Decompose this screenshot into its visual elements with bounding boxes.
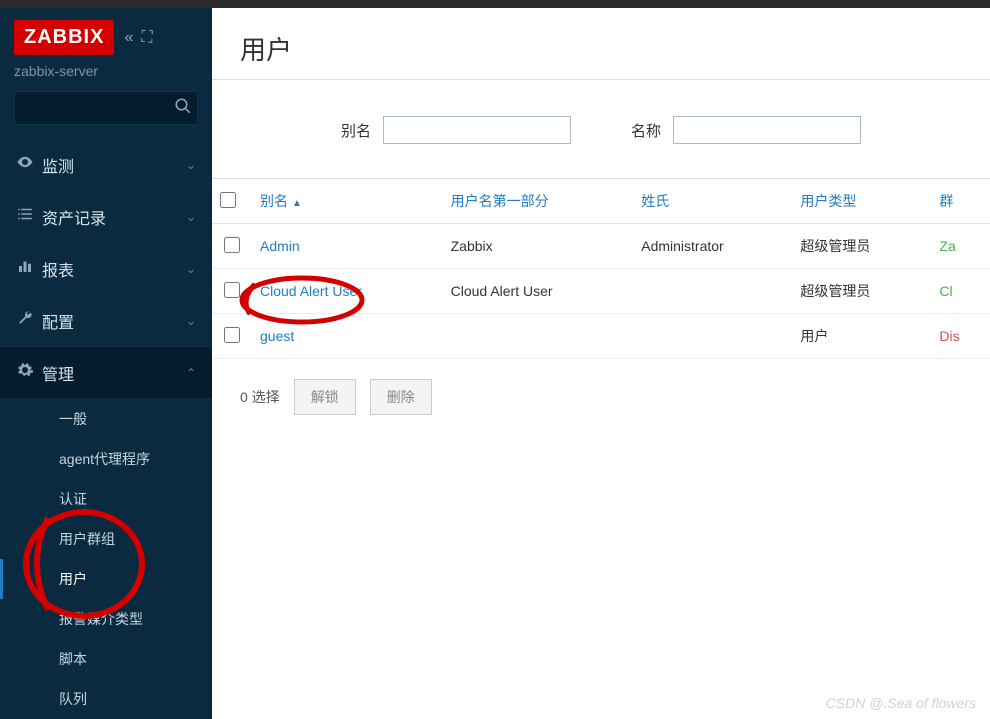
unlock-button[interactable]: 解锁 xyxy=(294,379,356,415)
cell-lastname: Administrator xyxy=(633,224,792,269)
header-checkbox[interactable] xyxy=(212,179,252,224)
subnav-auth[interactable]: 认证 xyxy=(0,479,212,519)
chevron-down-icon: ⌄ xyxy=(186,210,196,224)
nav-label: 资产记录 xyxy=(42,205,106,229)
chevron-down-icon: ⌄ xyxy=(186,314,196,328)
header-firstname[interactable]: 用户名第一部分 xyxy=(443,179,634,224)
page-title: 用户 xyxy=(240,30,962,67)
table-row: AdminZabbixAdministrator超级管理员Za xyxy=(212,224,990,269)
server-name: zabbix-server xyxy=(0,63,212,91)
header-alias-text: 别名 xyxy=(260,193,288,209)
selected-count: 0 选择 xyxy=(240,387,280,407)
filter-bar: 别名 名称 xyxy=(212,80,990,179)
search-input[interactable] xyxy=(14,91,198,125)
main-content: 用户 别名 名称 别名 ▲ 用户名第一部分 姓氏 用户类型 群 xyxy=(212,8,990,719)
cell-alias[interactable]: Cloud Alert User xyxy=(252,269,443,314)
filter-alias: 别名 xyxy=(341,116,571,144)
bulk-actions: 0 选择 解锁 删除 xyxy=(212,359,990,435)
nav-label: 监测 xyxy=(42,153,74,177)
cell-group[interactable]: Cl xyxy=(931,269,990,314)
filter-alias-input[interactable] xyxy=(383,116,571,144)
nav-monitoring[interactable]: 监测 ⌄ xyxy=(0,139,212,191)
cell-group[interactable]: Za xyxy=(931,224,990,269)
row-checkbox-cell xyxy=(212,314,252,359)
subnav-scripts[interactable]: 脚本 xyxy=(0,639,212,679)
cell-alias[interactable]: guest xyxy=(252,314,443,359)
row-checkbox[interactable] xyxy=(224,282,240,298)
filter-alias-label: 别名 xyxy=(341,120,371,141)
search-icon[interactable] xyxy=(174,97,192,120)
chevron-up-icon: ⌃ xyxy=(186,366,196,380)
fullscreen-icon[interactable]: ⛶ xyxy=(141,29,152,47)
chevron-down-icon: ⌄ xyxy=(186,262,196,276)
page-header: 用户 xyxy=(212,8,990,80)
sidebar: ZABBIX « ⛶ zabbix-server 监测 ⌄ 资产记录 xyxy=(0,8,212,719)
watermark: CSDN @.Sea of flowers xyxy=(826,695,976,711)
users-table: 别名 ▲ 用户名第一部分 姓氏 用户类型 群 AdminZabbixAdminis… xyxy=(212,179,990,359)
delete-button[interactable]: 删除 xyxy=(370,379,432,415)
wrench-icon xyxy=(16,309,42,332)
search-wrap xyxy=(0,91,212,139)
window-top-bar xyxy=(0,0,990,8)
row-checkbox[interactable] xyxy=(224,327,240,343)
nav-label: 管理 xyxy=(42,361,74,385)
nav-label: 报表 xyxy=(42,257,74,281)
header-usertype[interactable]: 用户类型 xyxy=(792,179,931,224)
eye-icon xyxy=(16,153,42,176)
zabbix-logo[interactable]: ZABBIX xyxy=(14,20,114,55)
header-alias[interactable]: 别名 ▲ xyxy=(252,179,443,224)
filter-name-label: 名称 xyxy=(631,120,661,141)
cell-lastname xyxy=(633,314,792,359)
subnav-mediatypes[interactable]: 报警媒介类型 xyxy=(0,599,212,639)
cell-usertype: 用户 xyxy=(792,314,931,359)
table-row: Cloud Alert UserCloud Alert User 超级管理员Cl xyxy=(212,269,990,314)
nav-reports[interactable]: 报表 ⌄ xyxy=(0,243,212,295)
subnav-users[interactable]: 用户 xyxy=(0,559,212,599)
row-checkbox-cell xyxy=(212,224,252,269)
subnav-queue[interactable]: 队列 xyxy=(0,679,212,719)
table-header-row: 别名 ▲ 用户名第一部分 姓氏 用户类型 群 xyxy=(212,179,990,224)
nav-label: 配置 xyxy=(42,309,74,333)
row-checkbox-cell xyxy=(212,269,252,314)
cell-firstname: Cloud Alert User xyxy=(443,269,634,314)
chevron-down-icon: ⌄ xyxy=(186,158,196,172)
nav-inventory[interactable]: 资产记录 ⌄ xyxy=(0,191,212,243)
cell-usertype: 超级管理员 xyxy=(792,224,931,269)
subnav-general[interactable]: 一般 xyxy=(0,399,212,439)
header-groups[interactable]: 群 xyxy=(931,179,990,224)
logo-row: ZABBIX « ⛶ xyxy=(0,8,212,63)
table-row: guest 用户Dis xyxy=(212,314,990,359)
sidebar-toggle-icons[interactable]: « ⛶ xyxy=(124,29,152,47)
select-all-checkbox[interactable] xyxy=(220,192,236,208)
filter-name-input[interactable] xyxy=(673,116,861,144)
cell-usertype: 超级管理员 xyxy=(792,269,931,314)
cell-lastname xyxy=(633,269,792,314)
subnav-usergroups[interactable]: 用户群组 xyxy=(0,519,212,559)
cell-alias[interactable]: Admin xyxy=(252,224,443,269)
cell-firstname xyxy=(443,314,634,359)
gear-icon xyxy=(16,361,42,384)
cell-firstname: Zabbix xyxy=(443,224,634,269)
filter-name: 名称 xyxy=(631,116,861,144)
nav-admin[interactable]: 管理 ⌃ xyxy=(0,347,212,399)
chevrons-left-icon[interactable]: « xyxy=(124,29,133,47)
header-lastname[interactable]: 姓氏 xyxy=(633,179,792,224)
chart-icon xyxy=(16,257,42,280)
admin-submenu: 一般 agent代理程序 认证 用户群组 用户 报警媒介类型 脚本 队列 xyxy=(0,399,212,719)
nav-config[interactable]: 配置 ⌄ xyxy=(0,295,212,347)
list-icon xyxy=(16,205,42,228)
app-layout: ZABBIX « ⛶ zabbix-server 监测 ⌄ 资产记录 xyxy=(0,8,990,719)
subnav-agent[interactable]: agent代理程序 xyxy=(0,439,212,479)
row-checkbox[interactable] xyxy=(224,237,240,253)
sort-asc-icon: ▲ xyxy=(292,198,302,209)
cell-group[interactable]: Dis xyxy=(931,314,990,359)
